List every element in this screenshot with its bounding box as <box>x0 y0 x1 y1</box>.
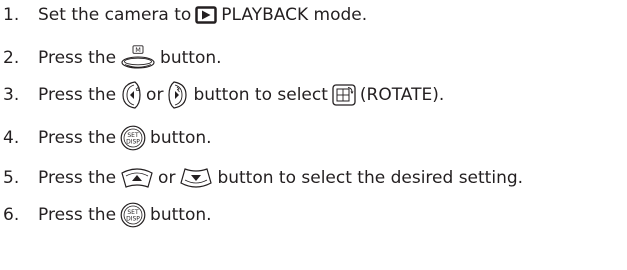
disp-label: DISP <box>126 139 140 146</box>
set-disp-button-icon: SET DISP <box>120 202 146 228</box>
step-1: 1. Set the camera to PLAYBACK mode. <box>0 0 367 30</box>
step-text: button. <box>160 48 222 68</box>
menu-label: M <box>135 46 141 54</box>
step-5: 5. Press the or button to select the des… <box>0 163 523 193</box>
set-disp-button-icon: SET DISP <box>120 125 146 151</box>
disp-label: DISP <box>126 216 140 223</box>
step-text: Press the <box>38 168 117 188</box>
step-number: 3. <box>3 85 20 105</box>
step-number: 1. <box>3 5 20 25</box>
step-2: 2. Press the M button. <box>0 43 222 73</box>
step-text: Press the <box>38 205 117 225</box>
up-button-icon <box>120 167 154 189</box>
step-3: 3. Press the ✿ or button to select (ROTA… <box>0 80 444 110</box>
menu-button-icon: M <box>120 45 156 71</box>
step-text: button. <box>150 205 212 225</box>
step-number: 2. <box>3 48 20 68</box>
step-number: 4. <box>3 128 20 148</box>
playback-icon <box>195 6 218 24</box>
step-text: Press the <box>38 85 117 105</box>
step-text: PLAYBACK mode. <box>221 5 368 25</box>
step-number: 5. <box>3 168 20 188</box>
step-text: or <box>146 85 164 105</box>
step-number: 6. <box>3 205 20 225</box>
step-text: button to select <box>193 85 328 105</box>
right-button-icon <box>167 80 189 110</box>
step-text: or <box>158 168 176 188</box>
down-button-icon <box>179 167 213 189</box>
step-4: 4. Press the SET DISP button. <box>0 123 212 153</box>
svg-text:✿: ✿ <box>136 87 140 93</box>
step-text: button to select the desired setting. <box>217 168 524 188</box>
step-text: (ROTATE). <box>359 85 445 105</box>
step-text: Press the <box>38 48 117 68</box>
step-text: button. <box>150 128 212 148</box>
step-6: 6. Press the SET DISP button. <box>0 200 212 230</box>
rotate-icon <box>332 84 356 106</box>
left-flash-button-icon: ✿ <box>120 80 142 110</box>
step-text: Set the camera to <box>38 5 192 25</box>
step-text: Press the <box>38 128 117 148</box>
